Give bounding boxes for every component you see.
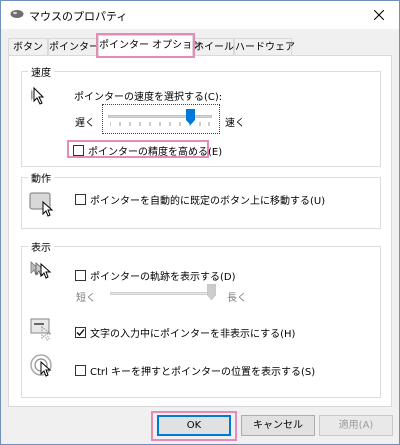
trails-checkbox[interactable] [75,270,86,281]
speed-fast-label: 速く [225,118,245,129]
trails-slider-thumb[interactable] [207,284,216,300]
visibility-group: 表示 ポインターの軌跡を表示する(D) 短く 長く 文字の入力中にポインターを非… [21,239,381,398]
trails-slider-track[interactable] [110,292,214,295]
snap-group-title: 動作 [28,170,54,185]
speed-slider-ticks [110,122,210,126]
checkmark-icon [76,329,85,336]
hide-label: 文字の入力中にポインターを非表示にする(H) [90,329,296,340]
snap-checkbox-row[interactable]: ポインターを自動的に既定のボタン上に移動する(U) [75,192,325,207]
window-title: マウスのプロパティ [29,10,128,23]
close-button[interactable] [359,1,399,29]
show-location-icon [29,353,57,382]
tab-hardware[interactable]: ハードウェア [234,38,295,55]
tab-strip: ボタン ポインター ポインター オプション ホイール ハードウェア [8,33,392,58]
hide-while-typing-icon [29,317,57,346]
apply-button[interactable]: 適用(A) [319,415,393,436]
snap-label: ポインターを自動的に既定のボタン上に移動する(U) [90,196,326,207]
ok-button[interactable]: OK [157,415,231,436]
title-bar: マウスのプロパティ [1,1,399,29]
pointer-speed-icon [29,86,51,109]
snap-to-icon [29,190,57,221]
precision-checkbox-row[interactable]: ポインターの精度を高める(E) [73,143,222,158]
trails-checkbox-row[interactable]: ポインターの軌跡を表示する(D) [75,268,236,283]
trails-short-label: 短く [76,293,96,304]
trails-label: ポインターの軌跡を表示する(D) [90,272,236,283]
mouse-icon [10,9,24,19]
snap-checkbox[interactable] [75,194,86,205]
speed-slider-focus [102,104,220,134]
ctrl-checkbox[interactable] [75,365,86,376]
hide-checkbox-row[interactable]: 文字の入力中にポインターを非表示にする(H) [75,325,295,340]
precision-label: ポインターの精度を高める(E) [88,147,223,158]
hide-checkbox[interactable] [75,327,86,338]
close-icon [374,10,384,20]
tab-buttons[interactable]: ボタン [8,38,48,55]
tab-pointer-options[interactable]: ポインター オプション [96,33,202,58]
speed-slider-thumb[interactable] [186,109,195,125]
tab-panel: 速度 ポインターの速度を選択する(C): 遅く 速く ポインターの精度を高める(… [8,55,392,407]
speed-slow-label: 遅く [75,118,95,129]
trails-long-label: 長く [227,293,247,304]
speed-slider-track[interactable] [108,115,212,118]
visibility-group-title: 表示 [28,239,54,254]
speed-group-title: 速度 [28,64,54,79]
precision-checkbox[interactable] [73,145,84,156]
ctrl-checkbox-row[interactable]: Ctrl キーを押すとポインターの位置を表示する(S) [75,363,315,378]
pointer-trails-icon [29,259,57,286]
cancel-button[interactable]: キャンセル [241,415,315,436]
snap-group: 動作 ポインターを自動的に既定のボタン上に移動する(U) [21,170,381,229]
mouse-properties-window: マウスのプロパティ ボタン ポインター ポインター オプション ホイール ハード… [0,0,400,445]
speed-prompt: ポインターの速度を選択する(C): [74,92,223,103]
ctrl-label: Ctrl キーを押すとポインターの位置を表示する(S) [90,367,316,378]
tab-pointers[interactable]: ポインター [48,38,99,55]
